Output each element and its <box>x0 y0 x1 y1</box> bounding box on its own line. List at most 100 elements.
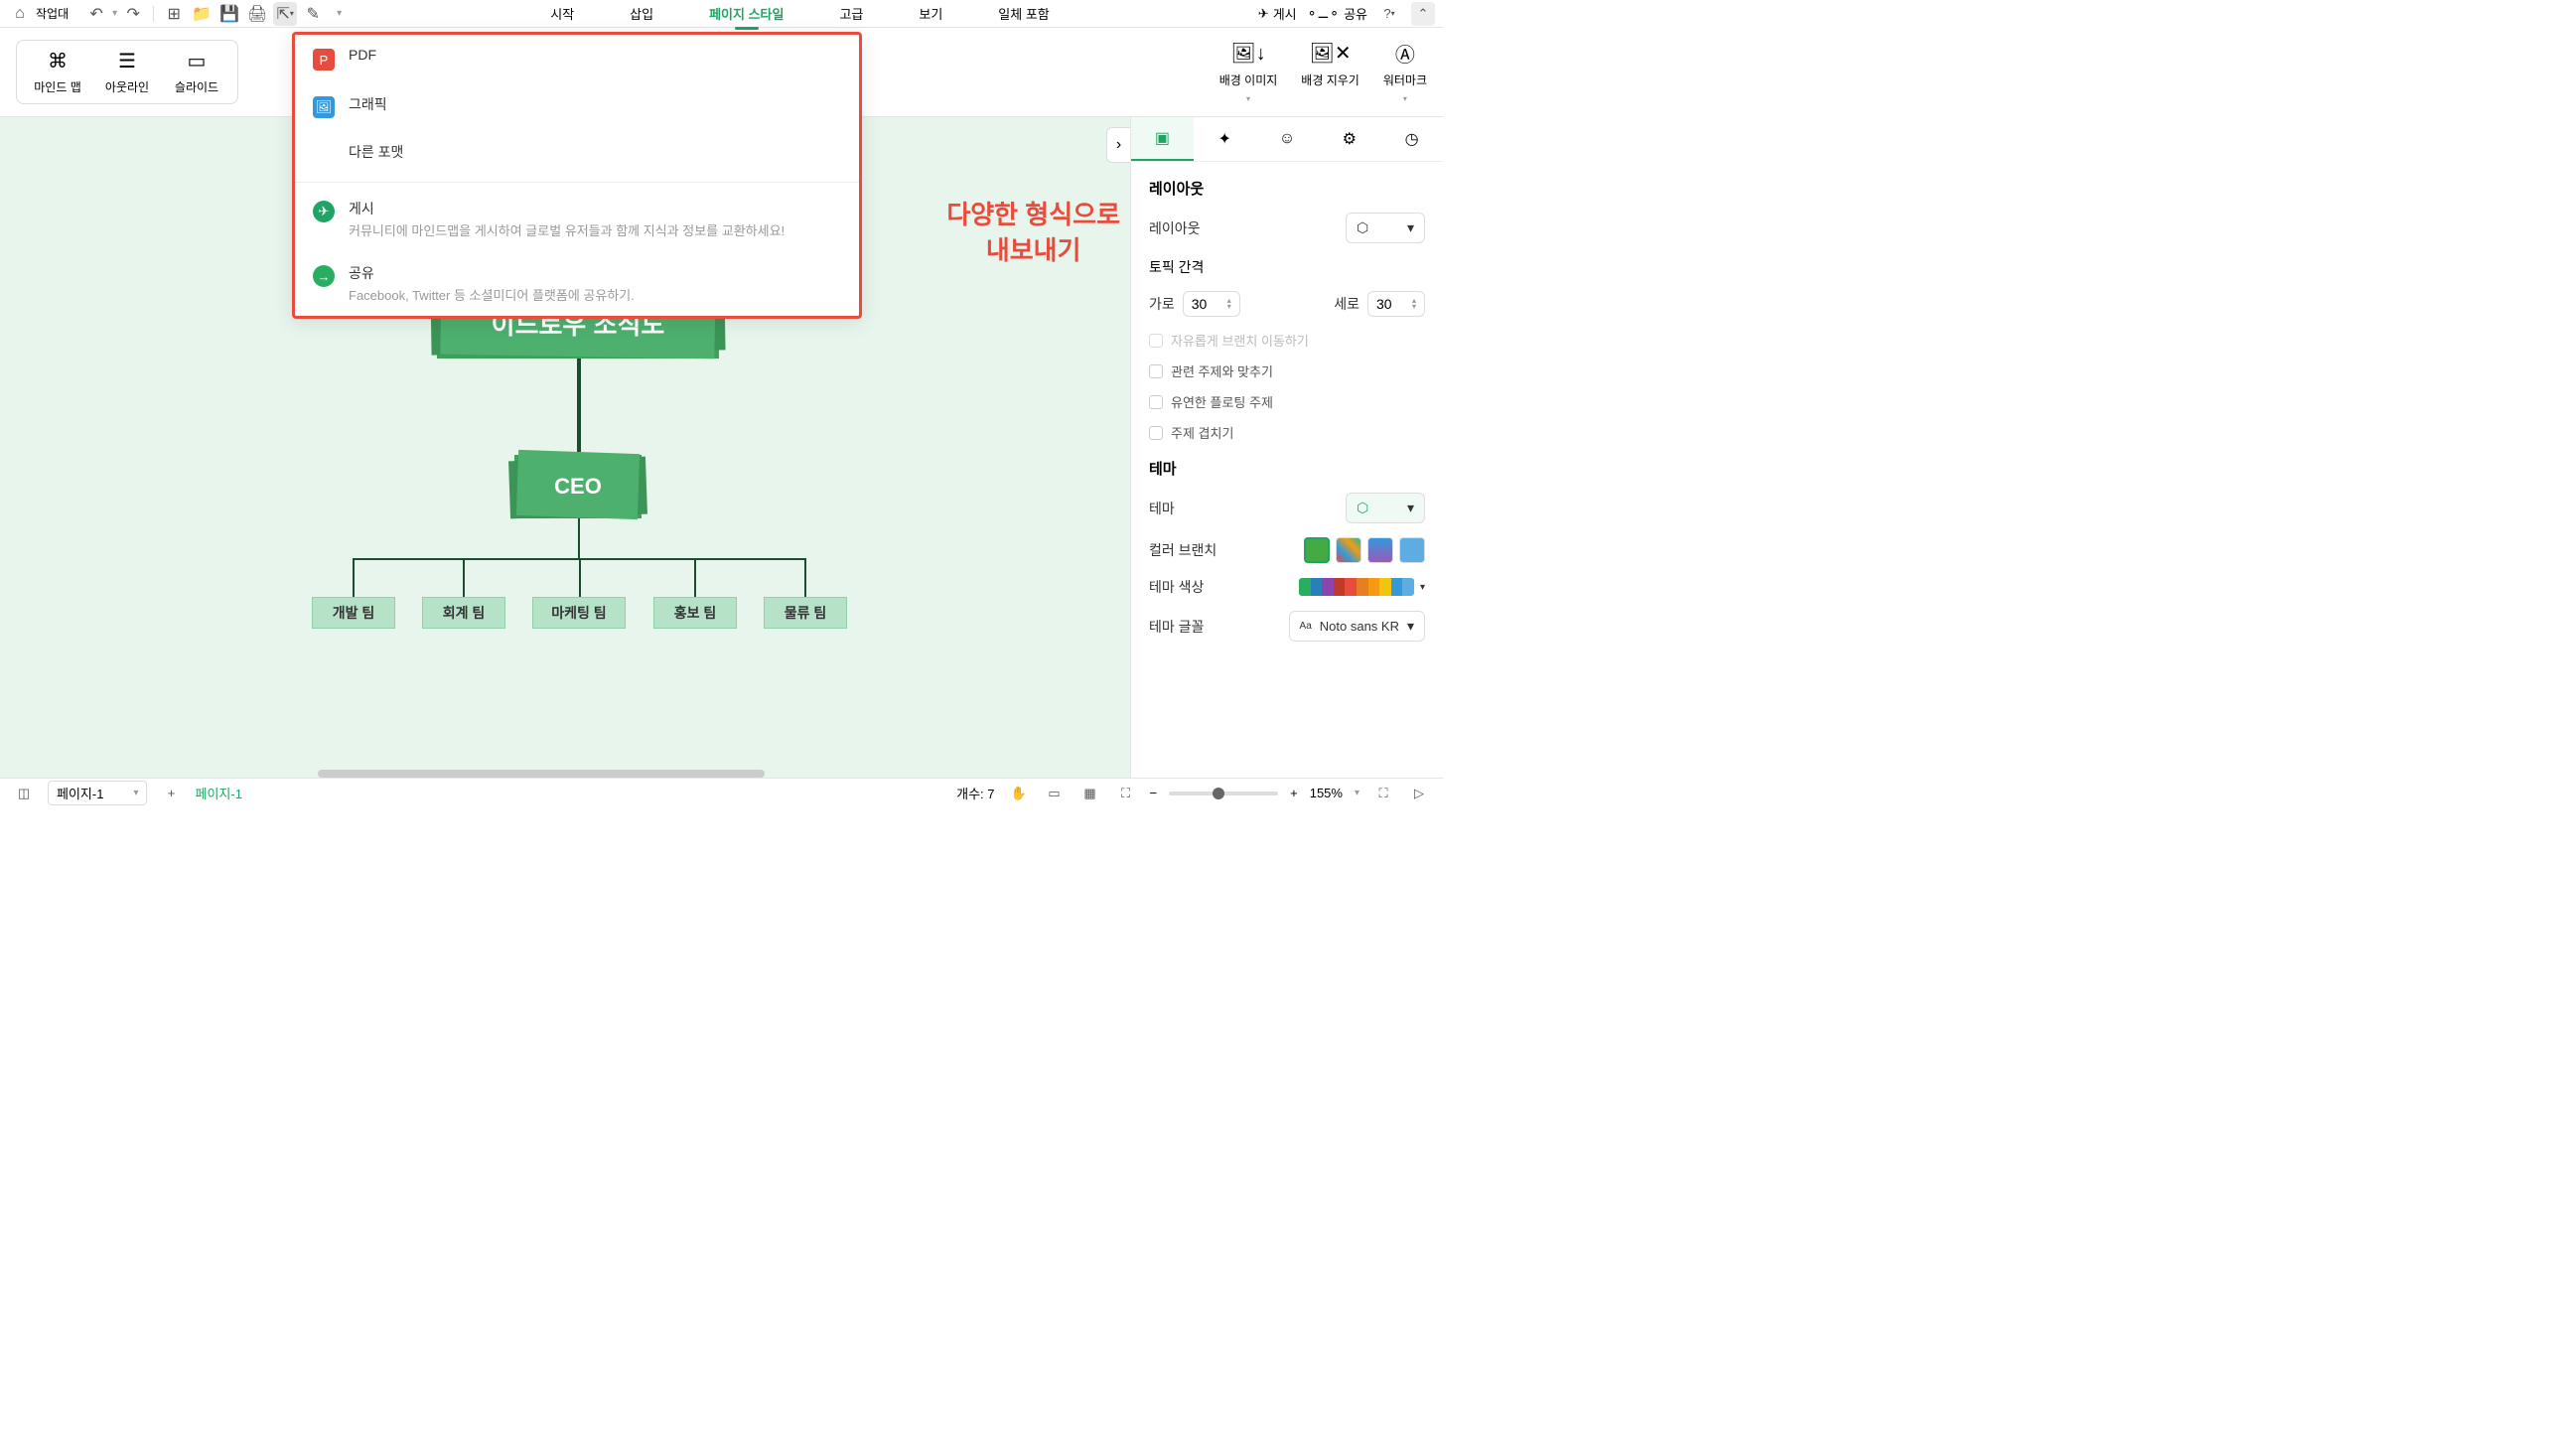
view-1-icon[interactable]: ▭ <box>1043 782 1067 805</box>
panel-collapse-button[interactable]: › <box>1106 127 1130 163</box>
new-icon[interactable]: ⊞ <box>162 2 186 26</box>
zoom-out[interactable]: − <box>1150 786 1158 800</box>
view-2-icon[interactable]: ▦ <box>1078 782 1102 805</box>
bg-clear-button[interactable]: 🖼✕ 배경 지우기 <box>1301 42 1360 103</box>
vert-label: 세로 <box>1334 294 1360 314</box>
theme-preview-icon: ⬡ <box>1357 500 1368 516</box>
export-other[interactable]: 다른 포맷 <box>295 130 859 178</box>
horiz-input[interactable]: ▴▾ <box>1183 291 1240 317</box>
branch-swatch-4[interactable] <box>1399 537 1425 563</box>
share-circle-icon: → <box>313 265 335 287</box>
export-publish[interactable]: ✈ 게시 커뮤니티에 마인드맵을 게시하여 글로벌 유저들과 함께 지식과 정보… <box>295 187 859 251</box>
font-select[interactable]: AaNoto sans KR▾ <box>1289 611 1425 642</box>
branch-swatch-2[interactable] <box>1336 537 1361 563</box>
gear-icon: ⚙ <box>1343 129 1357 149</box>
tab-insert[interactable]: 삽입 <box>622 0 661 27</box>
save-icon[interactable]: 💾 <box>217 2 241 26</box>
slide-view-button[interactable]: ▭ 슬라이드 <box>168 49 225 95</box>
cb-free-branch: 자유롭게 브랜치 이동하기 <box>1149 331 1425 350</box>
bg-image-button[interactable]: 🖼↓ 배경 이미지 ▾ <box>1219 42 1278 103</box>
export-icon[interactable]: ⇱▾ <box>273 2 297 26</box>
horizontal-scrollbar[interactable] <box>318 770 765 778</box>
send-icon: ✈ <box>1258 6 1269 22</box>
zoom-slider[interactable] <box>1169 792 1278 795</box>
layout-section-title: 레이아웃 <box>1149 178 1425 199</box>
help-icon[interactable]: ?▾ <box>1377 2 1401 26</box>
share-button[interactable]: ⚬⚊⚬공유 <box>1307 4 1367 23</box>
slide-icon: ▭ <box>188 49 207 72</box>
team-node[interactable]: 마케팅 팀 <box>532 597 626 629</box>
tab-start[interactable]: 시작 <box>542 0 582 27</box>
export-pdf[interactable]: P PDF <box>295 35 859 82</box>
print-icon[interactable]: 🖨 <box>245 2 269 26</box>
panel-tab-settings[interactable]: ⚙ <box>1318 117 1380 161</box>
watermark-button[interactable]: Ⓐ 워터마크 ▾ <box>1383 42 1427 103</box>
main-tabs: 시작 삽입 페이지 스타일 고급 보기 일체 포함 <box>346 0 1254 27</box>
cb-flex[interactable]: 유연한 플로팅 주제 <box>1149 392 1425 411</box>
layout-select[interactable]: ⬡▾ <box>1346 213 1425 243</box>
theme-select[interactable]: ⬡▾ <box>1346 493 1425 523</box>
smile-icon: ☺ <box>1279 130 1295 148</box>
layout-tab-icon: ▣ <box>1155 128 1170 148</box>
branch-swatch-3[interactable] <box>1367 537 1393 563</box>
tab-page-style[interactable]: 페이지 스타일 <box>701 0 791 27</box>
open-icon[interactable]: 📁 <box>190 2 214 26</box>
vert-input[interactable]: ▴▾ <box>1367 291 1425 317</box>
spacing-title: 토픽 간격 <box>1149 257 1425 277</box>
page-select[interactable]: 페이지-1▾ <box>48 781 147 805</box>
ceo-node[interactable]: CEO <box>514 455 642 518</box>
publish-button[interactable]: ✈게시 <box>1258 4 1297 23</box>
export-graphic[interactable]: 🖼 그래픽 <box>295 82 859 130</box>
org-chart-icon: ⬡ <box>1357 219 1368 236</box>
team-node[interactable]: 물류 팀 <box>764 597 847 629</box>
panel-tab-layout[interactable]: ▣ <box>1131 117 1194 161</box>
panel-toggle-icon[interactable]: ◫ <box>12 782 36 805</box>
redo-icon[interactable]: ↷ <box>121 2 145 26</box>
bottom-bar: ◫ 페이지-1▾ + 페이지-1 개수: 7 ✋ ▭ ▦ ⛶ − + 155% … <box>0 778 1443 807</box>
zoom-in[interactable]: + <box>1290 786 1298 800</box>
undo-icon[interactable]: ↶ <box>84 2 108 26</box>
color-branch-label: 컬러 브랜치 <box>1149 540 1216 560</box>
share-icon: ⚬⚊⚬ <box>1307 6 1340 22</box>
count-label: 개수: 7 <box>956 784 994 802</box>
hand-icon[interactable]: ✋ <box>1007 782 1031 805</box>
image-icon: 🖼 <box>313 96 335 118</box>
zoom-label[interactable]: 155% <box>1310 786 1343 800</box>
panel-tab-emoji[interactable]: ☺ <box>1256 117 1319 161</box>
cb-overlap[interactable]: 주제 겹치기 <box>1149 423 1425 442</box>
fit-icon[interactable]: ⛶ <box>1114 782 1138 805</box>
team-node[interactable]: 홍보 팀 <box>653 597 737 629</box>
add-page-button[interactable]: + <box>159 782 183 805</box>
tab-advanced[interactable]: 고급 <box>831 0 871 27</box>
collapse-ribbon-icon[interactable]: ⌃ <box>1411 2 1435 26</box>
sparkle-icon: ✦ <box>1217 129 1230 149</box>
outline-view-button[interactable]: ☰ 아웃라인 <box>98 49 156 95</box>
branch-swatch-1[interactable] <box>1304 537 1330 563</box>
team-node[interactable]: 회계 팀 <box>422 597 505 629</box>
layout-label: 레이아웃 <box>1149 218 1201 238</box>
present-icon[interactable]: ▷ <box>1407 782 1431 805</box>
page-tab[interactable]: 페이지-1 <box>195 784 241 802</box>
theme-label: 테마 <box>1149 499 1175 518</box>
image-clear-icon: 🖼✕ <box>1309 42 1351 66</box>
team-node[interactable]: 개발 팀 <box>312 597 395 629</box>
mindmap-view-button[interactable]: ⌘ 마인드 맵 <box>29 49 86 95</box>
workspace-label[interactable]: 작업대 <box>36 5 69 22</box>
theme-section-title: 테마 <box>1149 458 1425 479</box>
color-more[interactable]: ▾ <box>1420 582 1425 593</box>
color-palette[interactable] <box>1299 578 1414 596</box>
pdf-icon: P <box>313 49 335 71</box>
export-share[interactable]: → 공유 Facebook, Twitter 등 소셜미디어 플랫폼에 공유하기… <box>295 251 859 316</box>
tab-all[interactable]: 일체 포함 <box>990 0 1057 27</box>
cb-align[interactable]: 관련 주제와 맞추기 <box>1149 361 1425 380</box>
panel-tab-style[interactable]: ✦ <box>1194 117 1256 161</box>
theme-font-label: 테마 글꼴 <box>1149 617 1204 637</box>
panel-tab-history[interactable]: ◷ <box>1380 117 1443 161</box>
watermark-icon: Ⓐ <box>1395 42 1415 66</box>
tab-view[interactable]: 보기 <box>911 0 950 27</box>
fullscreen-icon[interactable]: ⛶ <box>1371 782 1395 805</box>
edit-icon[interactable]: ✎ <box>301 2 325 26</box>
theme-color-label: 테마 색상 <box>1149 577 1204 597</box>
home-icon[interactable]: ⌂ <box>8 2 32 26</box>
clock-icon: ◷ <box>1405 129 1419 149</box>
